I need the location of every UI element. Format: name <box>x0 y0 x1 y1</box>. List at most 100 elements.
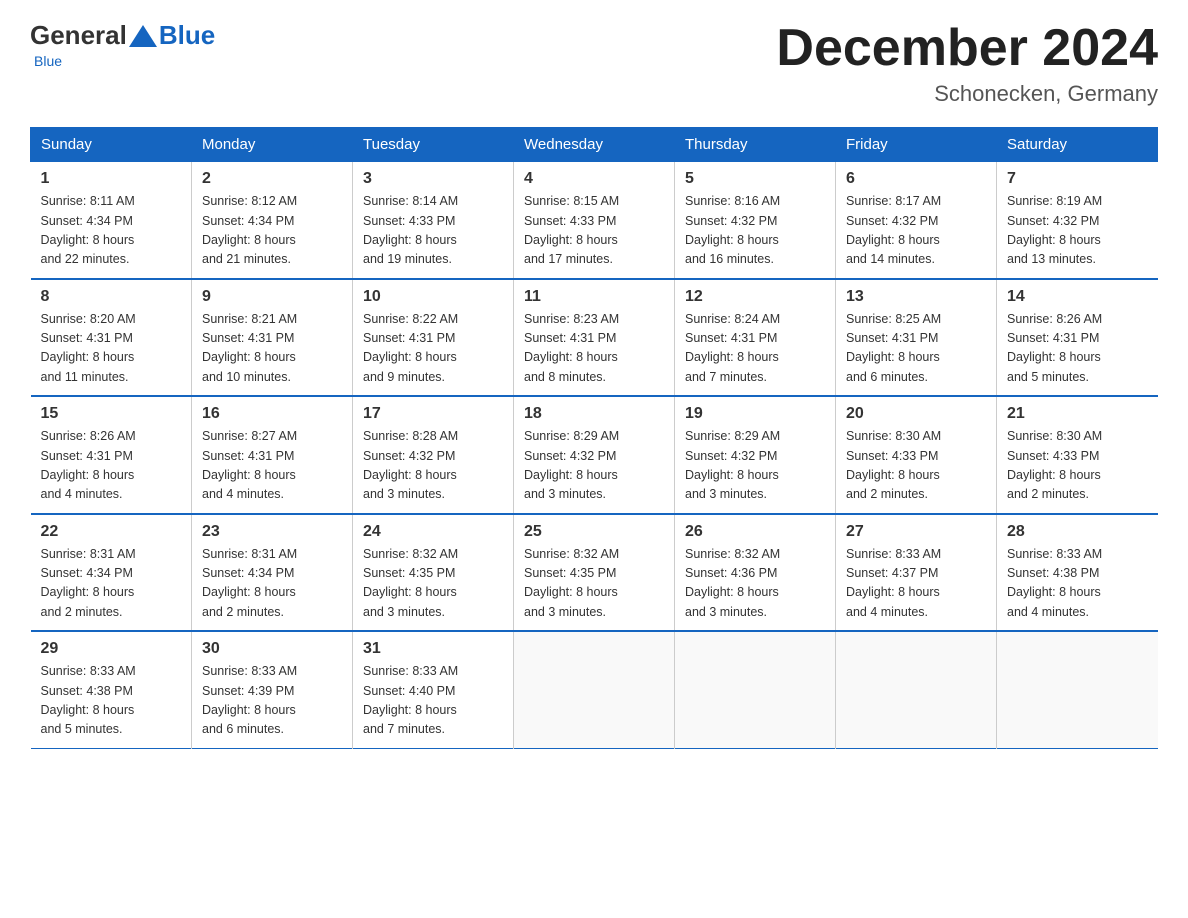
day-number: 3 <box>363 170 503 188</box>
day-number: 9 <box>202 288 342 306</box>
day-number: 8 <box>41 288 182 306</box>
day-number: 19 <box>685 405 825 423</box>
calendar-week-row: 8 Sunrise: 8:20 AM Sunset: 4:31 PM Dayli… <box>31 279 1158 397</box>
day-number: 16 <box>202 405 342 423</box>
calendar-cell: 16 Sunrise: 8:27 AM Sunset: 4:31 PM Dayl… <box>192 396 353 514</box>
calendar-cell <box>997 631 1158 748</box>
calendar-cell: 3 Sunrise: 8:14 AM Sunset: 4:33 PM Dayli… <box>353 162 514 279</box>
calendar-cell: 1 Sunrise: 8:11 AM Sunset: 4:34 PM Dayli… <box>31 162 192 279</box>
day-number: 6 <box>846 170 986 188</box>
day-number: 26 <box>685 523 825 541</box>
day-number: 10 <box>363 288 503 306</box>
location-title: Schonecken, Germany <box>776 81 1158 107</box>
calendar-cell: 25 Sunrise: 8:32 AM Sunset: 4:35 PM Dayl… <box>514 514 675 632</box>
day-number: 25 <box>524 523 664 541</box>
day-number: 1 <box>41 170 182 188</box>
day-number: 23 <box>202 523 342 541</box>
day-info: Sunrise: 8:19 AM Sunset: 4:32 PM Dayligh… <box>1007 194 1102 266</box>
day-info: Sunrise: 8:30 AM Sunset: 4:33 PM Dayligh… <box>846 429 941 501</box>
day-info: Sunrise: 8:24 AM Sunset: 4:31 PM Dayligh… <box>685 312 780 384</box>
day-info: Sunrise: 8:25 AM Sunset: 4:31 PM Dayligh… <box>846 312 941 384</box>
day-info: Sunrise: 8:17 AM Sunset: 4:32 PM Dayligh… <box>846 194 941 266</box>
day-number: 15 <box>41 405 182 423</box>
day-info: Sunrise: 8:26 AM Sunset: 4:31 PM Dayligh… <box>1007 312 1102 384</box>
day-number: 24 <box>363 523 503 541</box>
day-info: Sunrise: 8:11 AM Sunset: 4:34 PM Dayligh… <box>41 194 135 266</box>
day-number: 14 <box>1007 288 1148 306</box>
day-info: Sunrise: 8:32 AM Sunset: 4:36 PM Dayligh… <box>685 547 780 619</box>
calendar-cell <box>675 631 836 748</box>
calendar-cell: 11 Sunrise: 8:23 AM Sunset: 4:31 PM Dayl… <box>514 279 675 397</box>
calendar-week-row: 22 Sunrise: 8:31 AM Sunset: 4:34 PM Dayl… <box>31 514 1158 632</box>
calendar-week-row: 15 Sunrise: 8:26 AM Sunset: 4:31 PM Dayl… <box>31 396 1158 514</box>
day-info: Sunrise: 8:32 AM Sunset: 4:35 PM Dayligh… <box>363 547 458 619</box>
day-number: 22 <box>41 523 182 541</box>
day-number: 30 <box>202 640 342 658</box>
header-wednesday: Wednesday <box>514 128 675 162</box>
logo-subtitle: Blue <box>34 53 62 69</box>
calendar-cell: 9 Sunrise: 8:21 AM Sunset: 4:31 PM Dayli… <box>192 279 353 397</box>
calendar-table: SundayMondayTuesdayWednesdayThursdayFrid… <box>30 127 1158 749</box>
calendar-cell: 8 Sunrise: 8:20 AM Sunset: 4:31 PM Dayli… <box>31 279 192 397</box>
header-friday: Friday <box>836 128 997 162</box>
calendar-cell: 17 Sunrise: 8:28 AM Sunset: 4:32 PM Dayl… <box>353 396 514 514</box>
day-number: 29 <box>41 640 182 658</box>
day-info: Sunrise: 8:33 AM Sunset: 4:40 PM Dayligh… <box>363 664 458 736</box>
day-info: Sunrise: 8:33 AM Sunset: 4:37 PM Dayligh… <box>846 547 941 619</box>
day-info: Sunrise: 8:33 AM Sunset: 4:38 PM Dayligh… <box>1007 547 1102 619</box>
calendar-cell: 21 Sunrise: 8:30 AM Sunset: 4:33 PM Dayl… <box>997 396 1158 514</box>
calendar-cell: 15 Sunrise: 8:26 AM Sunset: 4:31 PM Dayl… <box>31 396 192 514</box>
calendar-cell: 26 Sunrise: 8:32 AM Sunset: 4:36 PM Dayl… <box>675 514 836 632</box>
calendar-cell: 27 Sunrise: 8:33 AM Sunset: 4:37 PM Dayl… <box>836 514 997 632</box>
header-sunday: Sunday <box>31 128 192 162</box>
day-number: 21 <box>1007 405 1148 423</box>
day-info: Sunrise: 8:16 AM Sunset: 4:32 PM Dayligh… <box>685 194 780 266</box>
day-info: Sunrise: 8:32 AM Sunset: 4:35 PM Dayligh… <box>524 547 619 619</box>
logo-triangle-icon <box>129 25 157 47</box>
day-info: Sunrise: 8:30 AM Sunset: 4:33 PM Dayligh… <box>1007 429 1102 501</box>
day-info: Sunrise: 8:33 AM Sunset: 4:39 PM Dayligh… <box>202 664 297 736</box>
day-info: Sunrise: 8:29 AM Sunset: 4:32 PM Dayligh… <box>524 429 619 501</box>
day-info: Sunrise: 8:26 AM Sunset: 4:31 PM Dayligh… <box>41 429 136 501</box>
day-number: 4 <box>524 170 664 188</box>
calendar-cell: 24 Sunrise: 8:32 AM Sunset: 4:35 PM Dayl… <box>353 514 514 632</box>
calendar-cell <box>836 631 997 748</box>
day-number: 20 <box>846 405 986 423</box>
calendar-cell: 22 Sunrise: 8:31 AM Sunset: 4:34 PM Dayl… <box>31 514 192 632</box>
calendar-cell: 14 Sunrise: 8:26 AM Sunset: 4:31 PM Dayl… <box>997 279 1158 397</box>
title-area: December 2024 Schonecken, Germany <box>776 20 1158 107</box>
calendar-cell: 12 Sunrise: 8:24 AM Sunset: 4:31 PM Dayl… <box>675 279 836 397</box>
day-info: Sunrise: 8:12 AM Sunset: 4:34 PM Dayligh… <box>202 194 297 266</box>
calendar-cell: 28 Sunrise: 8:33 AM Sunset: 4:38 PM Dayl… <box>997 514 1158 632</box>
day-number: 11 <box>524 288 664 306</box>
day-info: Sunrise: 8:23 AM Sunset: 4:31 PM Dayligh… <box>524 312 619 384</box>
day-info: Sunrise: 8:29 AM Sunset: 4:32 PM Dayligh… <box>685 429 780 501</box>
day-number: 5 <box>685 170 825 188</box>
calendar-cell: 20 Sunrise: 8:30 AM Sunset: 4:33 PM Dayl… <box>836 396 997 514</box>
logo-general-text: General <box>30 20 127 51</box>
header-saturday: Saturday <box>997 128 1158 162</box>
calendar-cell: 4 Sunrise: 8:15 AM Sunset: 4:33 PM Dayli… <box>514 162 675 279</box>
header-monday: Monday <box>192 128 353 162</box>
day-number: 27 <box>846 523 986 541</box>
day-number: 13 <box>846 288 986 306</box>
day-info: Sunrise: 8:27 AM Sunset: 4:31 PM Dayligh… <box>202 429 297 501</box>
calendar-week-row: 29 Sunrise: 8:33 AM Sunset: 4:38 PM Dayl… <box>31 631 1158 748</box>
calendar-header-row: SundayMondayTuesdayWednesdayThursdayFrid… <box>31 128 1158 162</box>
logo: General Blue Blue <box>30 20 215 69</box>
calendar-week-row: 1 Sunrise: 8:11 AM Sunset: 4:34 PM Dayli… <box>31 162 1158 279</box>
day-info: Sunrise: 8:20 AM Sunset: 4:31 PM Dayligh… <box>41 312 136 384</box>
header-tuesday: Tuesday <box>353 128 514 162</box>
calendar-cell: 30 Sunrise: 8:33 AM Sunset: 4:39 PM Dayl… <box>192 631 353 748</box>
day-info: Sunrise: 8:22 AM Sunset: 4:31 PM Dayligh… <box>363 312 458 384</box>
day-number: 28 <box>1007 523 1148 541</box>
day-info: Sunrise: 8:15 AM Sunset: 4:33 PM Dayligh… <box>524 194 619 266</box>
calendar-cell: 2 Sunrise: 8:12 AM Sunset: 4:34 PM Dayli… <box>192 162 353 279</box>
calendar-cell: 29 Sunrise: 8:33 AM Sunset: 4:38 PM Dayl… <box>31 631 192 748</box>
day-number: 7 <box>1007 170 1148 188</box>
day-info: Sunrise: 8:31 AM Sunset: 4:34 PM Dayligh… <box>41 547 136 619</box>
logo-blue-area: Blue <box>127 20 215 51</box>
calendar-cell: 5 Sunrise: 8:16 AM Sunset: 4:32 PM Dayli… <box>675 162 836 279</box>
day-info: Sunrise: 8:31 AM Sunset: 4:34 PM Dayligh… <box>202 547 297 619</box>
day-info: Sunrise: 8:21 AM Sunset: 4:31 PM Dayligh… <box>202 312 297 384</box>
